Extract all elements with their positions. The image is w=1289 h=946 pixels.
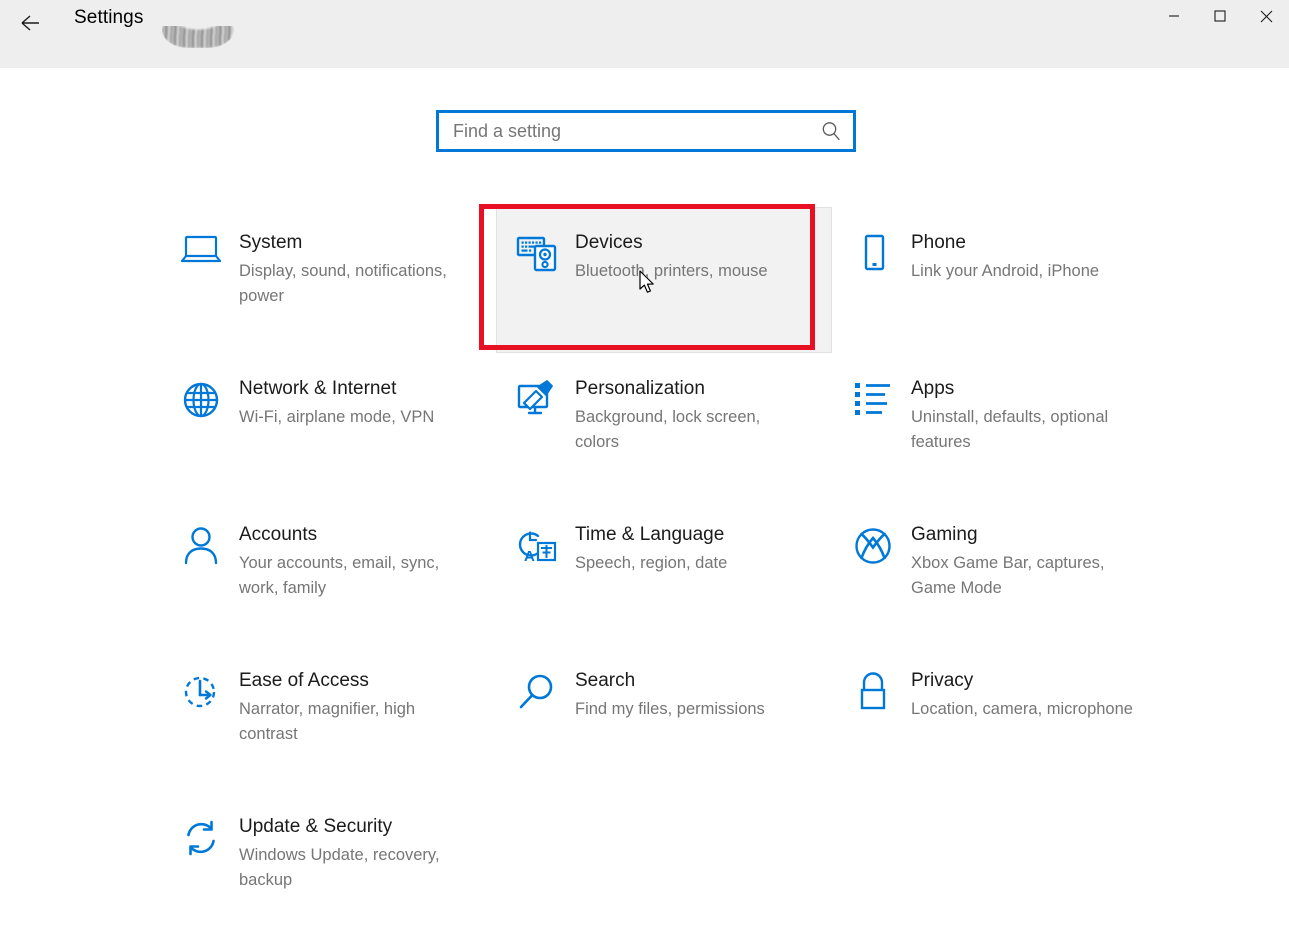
- tile-search[interactable]: Search Find my files, permissions: [496, 645, 832, 791]
- tile-title: Ease of Access: [239, 670, 369, 691]
- grid-row: Ease of Access Narrator, magnifier, high…: [160, 645, 1170, 791]
- tile-description: Windows Update, recovery, backup: [239, 846, 440, 889]
- close-button[interactable]: [1243, 0, 1289, 32]
- tile-title: Update & Security: [239, 816, 393, 837]
- tile-system[interactable]: System Display, sound, notifications, po…: [160, 207, 496, 353]
- tile-gaming[interactable]: Gaming Xbox Game Bar, captures, Game Mod…: [832, 499, 1168, 645]
- tile-personalization[interactable]: Personalization Background, lock screen,…: [496, 353, 832, 499]
- ease-of-access-icon: [169, 668, 233, 712]
- tile-apps[interactable]: Apps Uninstall, defaults, optional featu…: [832, 353, 1168, 499]
- tile-time-language[interactable]: A Time & Language Speech, region, date: [496, 499, 832, 645]
- window-controls: [1151, 0, 1289, 32]
- person-icon: [169, 522, 233, 566]
- render-artifact: [162, 26, 234, 48]
- tile-devices[interactable]: Devices Bluetooth, printers, mouse: [496, 207, 832, 353]
- tile-description: Speech, region, date: [575, 554, 728, 572]
- tile-text: System Display, sound, notifications, po…: [233, 230, 461, 309]
- tile-text: Ease of Access Narrator, magnifier, high…: [233, 668, 461, 747]
- tile-description: Display, sound, notifications, power: [239, 262, 447, 305]
- tile-description: Uninstall, defaults, optional features: [911, 408, 1109, 451]
- tile-text: Phone Link your Android, iPhone: [905, 230, 1099, 284]
- laptop-icon: [169, 230, 233, 268]
- tile-title: Search: [575, 670, 636, 691]
- settings-grid: System Display, sound, notifications, po…: [160, 207, 1170, 937]
- tile-description: Find my files, permissions: [575, 700, 765, 718]
- monitor-brush-icon: [505, 376, 569, 420]
- tile-text: Gaming Xbox Game Bar, captures, Game Mod…: [905, 522, 1133, 601]
- close-icon: [1260, 10, 1272, 22]
- tile-description: Location, camera, microphone: [911, 700, 1133, 718]
- search-input[interactable]: [439, 113, 809, 149]
- svg-text:A: A: [524, 548, 535, 565]
- minimize-icon: [1169, 15, 1179, 17]
- tile-title: Personalization: [575, 378, 705, 399]
- title-bar: Settings: [0, 0, 1289, 68]
- globe-icon: [169, 376, 233, 420]
- tile-description: Wi-Fi, airplane mode, VPN: [239, 408, 435, 426]
- lock-icon: [841, 668, 905, 712]
- grid-row: Accounts Your accounts, email, sync, wor…: [160, 499, 1170, 645]
- grid-row: Update & Security Windows Update, recove…: [160, 791, 1170, 937]
- tile-title: Time & Language: [575, 524, 725, 545]
- tile-title: Apps: [911, 378, 955, 399]
- page-title: Settings: [74, 7, 144, 28]
- tile-title: System: [239, 232, 303, 253]
- tile-empty: [496, 791, 832, 937]
- tile-ease-of-access[interactable]: Ease of Access Narrator, magnifier, high…: [160, 645, 496, 791]
- list-icon: [841, 376, 905, 416]
- minimize-button[interactable]: [1151, 0, 1197, 32]
- tile-text: Network & Internet Wi-Fi, airplane mode,…: [233, 376, 434, 430]
- tile-title: Network & Internet: [239, 378, 397, 399]
- tile-title: Accounts: [239, 524, 318, 545]
- tile-accounts[interactable]: Accounts Your accounts, email, sync, wor…: [160, 499, 496, 645]
- search-box[interactable]: [436, 110, 856, 152]
- back-arrow-icon: [21, 14, 39, 31]
- tile-text: Time & Language Speech, region, date: [569, 522, 727, 576]
- tile-text: Update & Security Windows Update, recove…: [233, 814, 461, 893]
- tile-description: Background, lock screen, colors: [575, 408, 761, 451]
- tile-title: Gaming: [911, 524, 978, 545]
- tile-title: Privacy: [911, 670, 974, 691]
- search-icon[interactable]: [809, 120, 853, 142]
- keyboard-printer-icon: [505, 230, 569, 272]
- tile-text: Accounts Your accounts, email, sync, wor…: [233, 522, 461, 601]
- tile-title: Phone: [911, 232, 966, 253]
- tile-description: Your accounts, email, sync, work, family: [239, 554, 440, 597]
- refresh-icon: [169, 814, 233, 858]
- tile-network-internet[interactable]: Network & Internet Wi-Fi, airplane mode,…: [160, 353, 496, 499]
- tile-text: Privacy Location, camera, microphone: [905, 668, 1133, 722]
- tile-title: Devices: [575, 232, 643, 253]
- tile-text: Search Find my files, permissions: [569, 668, 765, 722]
- magnifier-icon: [505, 668, 569, 712]
- tile-text: Personalization Background, lock screen,…: [569, 376, 797, 455]
- tile-update-security[interactable]: Update & Security Windows Update, recove…: [160, 791, 496, 937]
- clock-language-icon: A: [505, 522, 569, 566]
- tile-privacy[interactable]: Privacy Location, camera, microphone: [832, 645, 1168, 791]
- tile-description: Narrator, magnifier, high contrast: [239, 700, 416, 743]
- maximize-button[interactable]: [1197, 0, 1243, 32]
- tile-description: Xbox Game Bar, captures, Game Mode: [911, 554, 1105, 597]
- phone-icon: [841, 230, 905, 274]
- tile-description: Bluetooth, printers, mouse: [575, 262, 768, 280]
- tile-text: Devices Bluetooth, printers, mouse: [569, 230, 768, 284]
- tile-description: Link your Android, iPhone: [911, 262, 1100, 280]
- tile-phone[interactable]: Phone Link your Android, iPhone: [832, 207, 1168, 353]
- grid-row: System Display, sound, notifications, po…: [160, 207, 1170, 353]
- grid-row: Network & Internet Wi-Fi, airplane mode,…: [160, 353, 1170, 499]
- tile-empty: [832, 791, 1168, 937]
- tile-text: Apps Uninstall, defaults, optional featu…: [905, 376, 1133, 455]
- xbox-icon: [841, 522, 905, 566]
- maximize-icon: [1214, 10, 1226, 22]
- back-button[interactable]: [0, 0, 60, 45]
